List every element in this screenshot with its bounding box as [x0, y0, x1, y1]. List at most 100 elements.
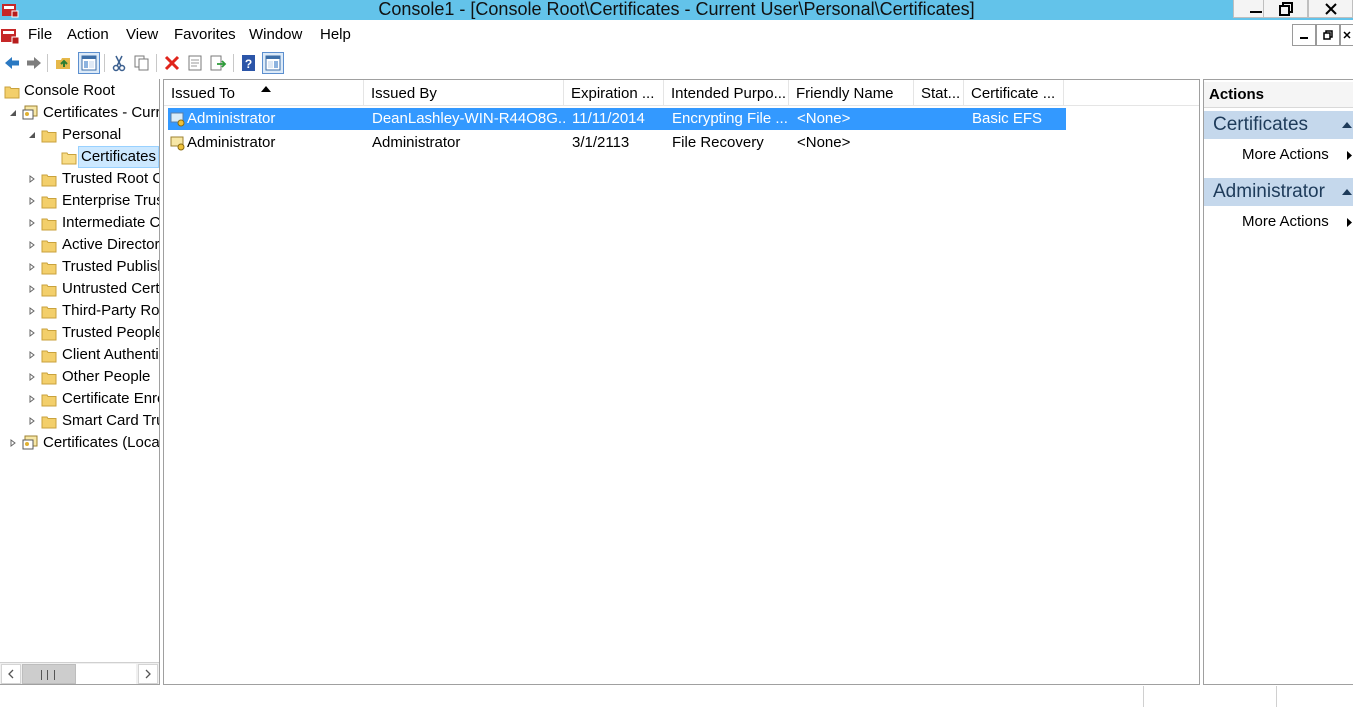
show-hide-console-tree-button[interactable]	[78, 52, 100, 74]
export-icon	[210, 55, 227, 71]
expand-triangle-icon[interactable]	[27, 344, 37, 366]
expand-triangle-icon[interactable]	[27, 168, 37, 190]
menu-help[interactable]: Help	[320, 26, 351, 43]
certificate-list-pane[interactable]: Issued To Issued By Expiration ... Inten…	[163, 79, 1200, 685]
properties-icon	[188, 55, 202, 71]
status-pane	[1276, 686, 1353, 707]
menu-favorites[interactable]: Favorites	[174, 26, 236, 43]
folder-icon	[41, 172, 57, 187]
expand-triangle-icon[interactable]	[27, 322, 37, 344]
child-restore-button[interactable]	[1316, 24, 1340, 46]
certificate-key-icon	[170, 136, 185, 151]
help-button[interactable]: ?	[238, 52, 260, 74]
expand-triangle-icon[interactable]	[27, 278, 37, 300]
scroll-track[interactable]	[76, 664, 136, 684]
restore-button[interactable]	[1263, 0, 1308, 18]
column-header-certificate-template[interactable]: Certificate ...	[964, 80, 1064, 106]
expand-triangle-icon[interactable]	[27, 366, 37, 388]
open-folder-icon	[61, 150, 77, 165]
actions-pane: Actions Certificates More Actions Admini…	[1203, 79, 1353, 685]
restore-icon	[1323, 30, 1333, 40]
toolbar: ?	[0, 50, 1353, 76]
column-header-intended-purposes[interactable]: Intended Purpo...	[664, 80, 789, 106]
properties-button[interactable]	[184, 52, 206, 74]
menu-window[interactable]: Window	[249, 26, 302, 43]
child-close-button[interactable]	[1340, 24, 1353, 46]
menu-view[interactable]: View	[126, 26, 158, 43]
folder-icon	[41, 216, 57, 231]
folder-icon	[41, 348, 57, 363]
scroll-left-button[interactable]	[1, 664, 21, 684]
folder-icon	[41, 392, 57, 407]
child-minimize-button[interactable]	[1292, 24, 1316, 46]
scroll-thumb[interactable]	[22, 664, 76, 684]
toolbar-separator	[104, 54, 105, 72]
folder-icon	[41, 128, 57, 143]
expand-triangle-icon[interactable]	[8, 432, 18, 454]
expand-triangle-icon[interactable]	[27, 256, 37, 278]
actions-pane-title: Actions	[1204, 82, 1353, 108]
status-pane	[1143, 686, 1276, 707]
actions-section-administrator[interactable]: Administrator	[1204, 178, 1353, 206]
up-one-level-button[interactable]	[53, 52, 75, 74]
show-hide-action-pane-button[interactable]	[262, 52, 284, 74]
expand-triangle-icon[interactable]	[27, 212, 37, 234]
more-actions-administrator[interactable]: More Actions	[1204, 210, 1353, 234]
collapse-triangle-icon[interactable]	[8, 102, 18, 124]
expand-triangle-icon[interactable]	[27, 234, 37, 256]
console-document-icon[interactable]	[0, 26, 22, 46]
collapse-up-arrow-icon[interactable]	[1341, 121, 1353, 129]
status-bar	[0, 686, 1353, 707]
column-header-status[interactable]: Stat...	[914, 80, 964, 106]
help-icon: ?	[242, 55, 255, 71]
console-tree-pane[interactable]: Console Root Certificates - Current User…	[0, 79, 160, 685]
minimize-icon	[1249, 10, 1262, 13]
delete-button[interactable]	[161, 52, 183, 74]
folder-up-icon	[56, 58, 70, 69]
expand-triangle-icon[interactable]	[27, 190, 37, 212]
console-tree-icon	[81, 55, 97, 71]
folder-icon	[41, 238, 57, 253]
toolbar-separator	[233, 54, 234, 72]
certificate-key-icon	[170, 112, 185, 127]
forward-button[interactable]	[23, 52, 45, 74]
expand-triangle-icon[interactable]	[27, 410, 37, 432]
table-row[interactable]: Administrator Administrator 3/1/2113 Fil…	[168, 132, 1066, 154]
forward-arrow-icon	[27, 57, 41, 69]
expand-triangle-icon[interactable]	[27, 300, 37, 322]
certificate-snapin-icon	[22, 105, 38, 120]
column-header-issued-by[interactable]: Issued By	[364, 80, 564, 106]
folder-icon	[41, 194, 57, 209]
back-button[interactable]	[1, 52, 23, 74]
table-row[interactable]: Administrator DeanLashley-WIN-R44O8G... …	[168, 108, 1066, 130]
menu-file[interactable]: File	[28, 26, 52, 43]
folder-icon	[41, 282, 57, 297]
scroll-right-button[interactable]	[138, 664, 158, 684]
back-arrow-icon	[5, 57, 19, 69]
minimize-icon	[1300, 37, 1308, 39]
column-header-friendly-name[interactable]: Friendly Name	[789, 80, 914, 106]
menu-action[interactable]: Action	[67, 26, 109, 43]
actions-section-certificates[interactable]: Certificates	[1204, 111, 1353, 139]
collapse-triangle-icon[interactable]	[27, 124, 37, 146]
expand-triangle-icon[interactable]	[27, 388, 37, 410]
list-header: Issued To Issued By Expiration ... Inten…	[164, 80, 1199, 106]
tree-horizontal-scrollbar[interactable]	[0, 662, 159, 684]
copy-button[interactable]	[131, 52, 153, 74]
close-window-button[interactable]	[1308, 0, 1353, 18]
more-actions-certificates[interactable]: More Actions	[1204, 143, 1353, 167]
svg-text:?: ?	[245, 57, 252, 71]
cut-button[interactable]	[108, 52, 130, 74]
folder-icon	[4, 84, 20, 99]
close-icon	[1324, 2, 1337, 15]
column-header-issued-to[interactable]: Issued To	[164, 80, 364, 106]
collapse-up-arrow-icon[interactable]	[1341, 188, 1353, 196]
close-icon	[1343, 31, 1351, 39]
column-header-expiration[interactable]: Expiration ...	[564, 80, 664, 106]
menu-bar: File Action View Favorites Window Help	[0, 24, 1353, 48]
folder-icon	[41, 304, 57, 319]
export-list-button[interactable]	[207, 52, 229, 74]
restore-icon	[1278, 1, 1293, 16]
certificate-snapin-icon	[22, 435, 38, 450]
copy-icon	[134, 55, 149, 71]
